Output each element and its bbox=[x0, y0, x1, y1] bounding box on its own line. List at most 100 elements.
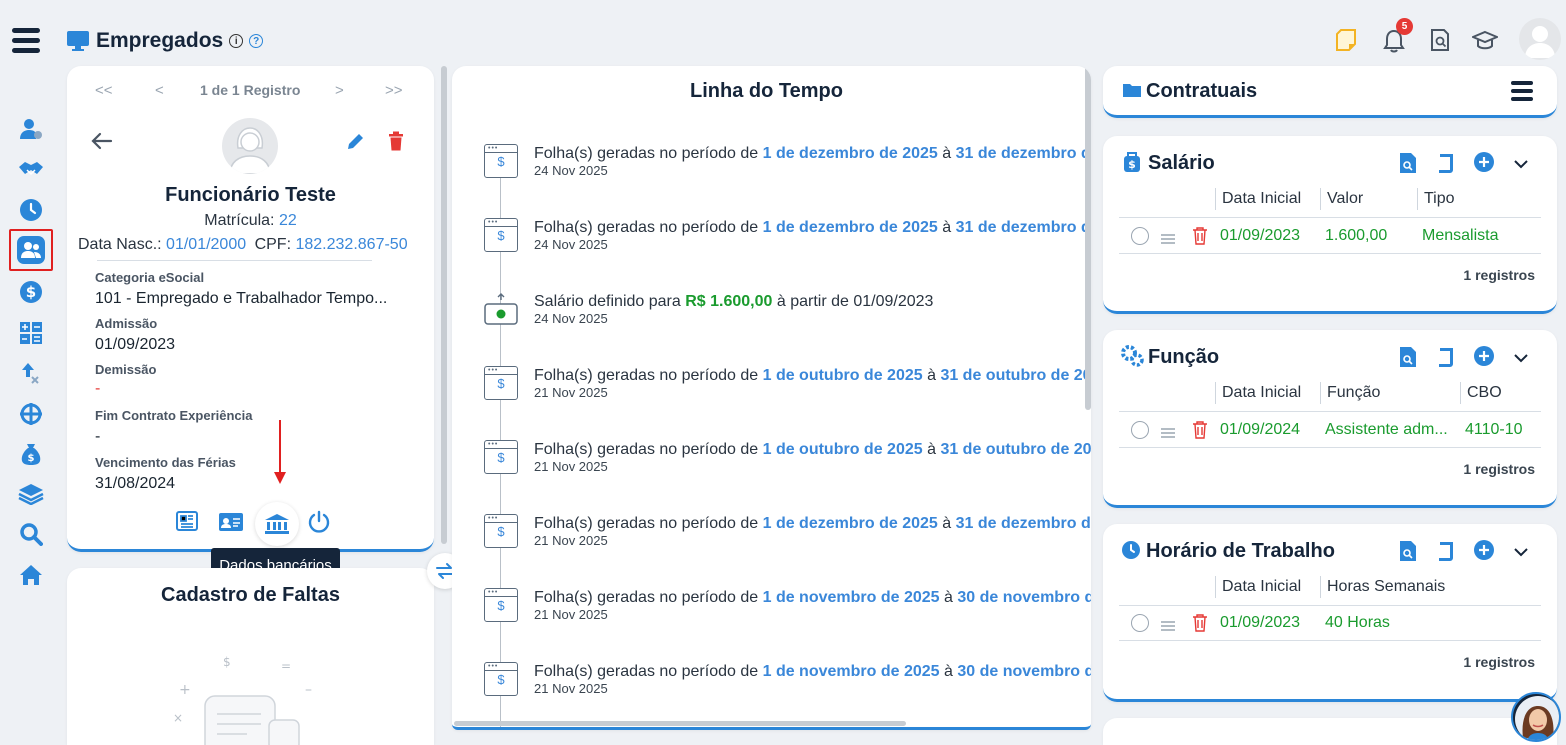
help-icon[interactable]: ? bbox=[249, 34, 264, 48]
newspaper-icon[interactable] bbox=[176, 511, 198, 536]
employee-name: Funcionário Teste bbox=[165, 184, 336, 206]
pager-last-button[interactable]: >> bbox=[385, 82, 403, 99]
divider bbox=[97, 260, 372, 261]
field-value-categoria: 101 - Empregado e Trabalhador Tempo... bbox=[95, 290, 388, 307]
add-circle-icon[interactable] bbox=[1474, 346, 1494, 371]
field-value-vencimento-ferias: 31/08/2024 bbox=[95, 475, 176, 492]
cell-data-inicial: 01/09/2023 bbox=[1220, 614, 1301, 631]
assistant-avatar-button[interactable] bbox=[1511, 692, 1561, 742]
power-icon[interactable] bbox=[307, 510, 331, 539]
chevron-down-icon[interactable] bbox=[1514, 157, 1528, 175]
folder-icon bbox=[1122, 82, 1142, 103]
row-delete-icon[interactable] bbox=[1192, 614, 1208, 637]
search-icon[interactable] bbox=[18, 521, 44, 547]
id-card-icon[interactable] bbox=[218, 512, 244, 537]
scroll-doc-icon[interactable] bbox=[1437, 346, 1457, 373]
red-arrow-annotation bbox=[273, 420, 287, 491]
contratuais-menu-button[interactable] bbox=[1511, 80, 1533, 102]
layers-icon[interactable] bbox=[18, 481, 44, 507]
scroll-doc-icon[interactable] bbox=[1437, 540, 1457, 567]
pager-next-button[interactable]: > bbox=[335, 82, 344, 99]
cell-valor: 1.600,00 bbox=[1325, 227, 1388, 244]
funcao-card: Função Data Inicial Função CBO 01/09/202… bbox=[1103, 330, 1557, 508]
field-label-fim-contrato: Fim Contrato Experiência bbox=[95, 408, 253, 423]
matricula-line: Matrícula: 22 bbox=[204, 212, 297, 229]
nasc-value: 01/01/2000 bbox=[166, 236, 247, 253]
network-gear-icon[interactable] bbox=[18, 401, 44, 427]
timeline-vscrollbar[interactable] bbox=[1085, 66, 1091, 410]
page-title: Empregados bbox=[96, 29, 224, 52]
row-checkbox[interactable] bbox=[1131, 421, 1149, 439]
add-circle-icon[interactable] bbox=[1474, 152, 1494, 177]
timeline-hscrollbar[interactable] bbox=[454, 721, 906, 726]
drag-handle-icon[interactable] bbox=[1161, 231, 1175, 249]
menu-toggle-button[interactable] bbox=[12, 26, 42, 56]
faltas-empty-illustration: $ = + – × bbox=[171, 655, 331, 745]
pager-label: 1 de 1 Registro bbox=[200, 82, 301, 98]
col-header: Horas Semanais bbox=[1327, 578, 1446, 595]
notification-badge: 5 bbox=[1396, 18, 1413, 35]
calculator-icon[interactable] bbox=[18, 320, 44, 346]
sidebar: $ $ bbox=[0, 0, 60, 745]
row-delete-icon[interactable] bbox=[1192, 421, 1208, 444]
drag-handle-icon[interactable] bbox=[1161, 618, 1175, 636]
pager-first-button[interactable]: << bbox=[95, 82, 113, 99]
user-config-icon[interactable] bbox=[18, 116, 44, 142]
next-section-card bbox=[1103, 718, 1557, 745]
money-bag-icon[interactable]: $ bbox=[18, 441, 44, 467]
bell-icon[interactable]: 5 bbox=[1382, 18, 1413, 59]
contratuais-card: Contratuais bbox=[1103, 66, 1557, 118]
add-circle-icon[interactable] bbox=[1474, 540, 1494, 565]
back-arrow-icon[interactable] bbox=[91, 132, 113, 155]
graduation-cap-icon[interactable] bbox=[1470, 30, 1500, 57]
avatar[interactable] bbox=[1519, 18, 1561, 60]
matricula-value: 22 bbox=[278, 212, 297, 229]
col-header: Tipo bbox=[1424, 190, 1455, 207]
faltas-card: Cadastro de Faltas $ = + – × bbox=[67, 568, 434, 745]
col-header: CBO bbox=[1467, 384, 1502, 401]
drag-handle-icon[interactable] bbox=[1161, 425, 1175, 443]
col-header: Valor bbox=[1327, 190, 1364, 207]
delete-trash-icon[interactable] bbox=[388, 131, 404, 156]
handshake-icon[interactable] bbox=[18, 156, 44, 182]
col-header: Função bbox=[1327, 384, 1381, 401]
pager-prev-button[interactable]: < bbox=[155, 82, 164, 99]
dollar-icon[interactable]: $ bbox=[18, 279, 44, 305]
edit-pencil-icon[interactable] bbox=[345, 132, 365, 157]
doc-search-icon[interactable] bbox=[1399, 540, 1417, 567]
scroll-doc-icon[interactable] bbox=[1437, 152, 1457, 179]
chevron-down-icon[interactable] bbox=[1514, 545, 1528, 563]
cell-horas-semanais: 40 Horas bbox=[1325, 614, 1390, 631]
salario-title: Salário bbox=[1148, 152, 1215, 174]
left-scrollbar[interactable] bbox=[441, 66, 447, 544]
row-checkbox[interactable] bbox=[1131, 614, 1149, 632]
pager: << < 1 de 1 Registro > >> bbox=[67, 82, 434, 100]
notes-icon[interactable] bbox=[1335, 28, 1359, 57]
field-label-vencimento-ferias: Vencimento das Férias bbox=[95, 455, 236, 470]
svg-text:$: $ bbox=[223, 656, 231, 669]
doc-search-icon[interactable] bbox=[1399, 346, 1417, 373]
clock-icon[interactable] bbox=[18, 197, 44, 223]
gear-icon bbox=[1120, 344, 1144, 373]
chevron-down-icon[interactable] bbox=[1514, 351, 1528, 369]
payroll-icon: ••• $ bbox=[484, 218, 518, 252]
contratuais-title: Contratuais bbox=[1146, 80, 1258, 102]
record-count: 1 registros bbox=[1463, 654, 1535, 670]
home-icon[interactable] bbox=[18, 562, 44, 588]
employees-nav-active[interactable] bbox=[9, 229, 53, 271]
document-search-icon[interactable] bbox=[1429, 28, 1451, 57]
arrow-up-tool-icon[interactable] bbox=[18, 360, 44, 386]
cell-cbo: 4110-10 bbox=[1465, 421, 1523, 438]
row-delete-icon[interactable] bbox=[1192, 227, 1208, 250]
clock-icon bbox=[1122, 541, 1140, 564]
funcao-title: Função bbox=[1148, 346, 1220, 368]
page-header: Empregados i ? bbox=[66, 26, 264, 56]
nasc-cpf-line: Data Nasc.: 01/01/2000 CPF: 182.232.867-… bbox=[78, 236, 408, 253]
timeline-list: ••• $ Folha(s) geradas no período de 1 de… bbox=[452, 144, 1091, 727]
row-checkbox[interactable] bbox=[1131, 227, 1149, 245]
info-icon[interactable]: i bbox=[229, 34, 244, 48]
bank-icon bbox=[265, 514, 289, 534]
doc-search-icon[interactable] bbox=[1399, 152, 1417, 179]
field-value-fim-contrato: - bbox=[95, 428, 101, 445]
bank-button[interactable] bbox=[255, 502, 299, 546]
